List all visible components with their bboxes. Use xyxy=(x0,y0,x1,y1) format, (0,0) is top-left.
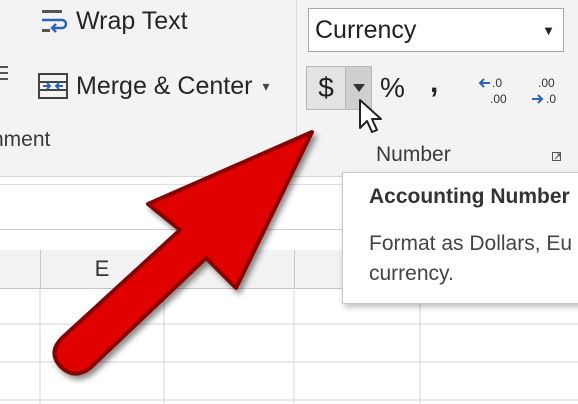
merge-dropdown-icon[interactable]: ▾ xyxy=(262,78,269,95)
merge-center-label: Merge & Center xyxy=(76,71,253,100)
dialog-launcher-icon[interactable] xyxy=(552,152,562,162)
chevron-down-icon xyxy=(352,84,365,92)
tooltip-description: Format as Dollars, Eu currency. xyxy=(369,229,578,289)
number-group-label: Number xyxy=(376,143,451,166)
dollar-icon: $ xyxy=(318,72,334,103)
merge-center-icon xyxy=(38,73,68,99)
decrease-decimal-icon[interactable]: .00 .0 xyxy=(530,74,570,108)
column-header[interactable] xyxy=(0,250,41,288)
column-header-e[interactable]: E xyxy=(40,250,165,288)
column-header[interactable] xyxy=(164,250,295,288)
ribbon: Wrap Text Merge & Center ▾ nment Currenc… xyxy=(0,0,578,177)
svg-text:.00: .00 xyxy=(490,92,507,106)
svg-text:.0: .0 xyxy=(546,92,556,106)
accounting-number-tooltip: Accounting Number Format as Dollars, Eu … xyxy=(342,172,578,304)
svg-text:.00: .00 xyxy=(538,76,555,90)
merge-center-button[interactable]: Merge & Center ▾ xyxy=(38,66,270,106)
wrap-text-button[interactable]: Wrap Text xyxy=(40,4,188,38)
svg-text:.0: .0 xyxy=(492,76,502,90)
wrap-text-label: Wrap Text xyxy=(76,6,188,35)
comma-style-button[interactable]: , xyxy=(430,66,438,100)
accounting-format-button[interactable]: $ xyxy=(306,66,346,110)
tooltip-line: currency. xyxy=(369,262,454,285)
number-format-value: Currency xyxy=(315,15,417,44)
cell-grid[interactable] xyxy=(0,288,578,404)
group-divider xyxy=(296,0,297,170)
number-format-select[interactable]: Currency ▼ xyxy=(308,8,564,52)
wrap-text-icon xyxy=(42,10,68,33)
increase-decimal-icon[interactable]: .0 .00 xyxy=(478,74,518,108)
alignment-group-label: nment xyxy=(0,128,51,151)
chevron-down-icon[interactable]: ▼ xyxy=(542,23,555,38)
tooltip-line: Format as Dollars, Eu xyxy=(369,232,573,255)
align-lines-icon[interactable] xyxy=(0,64,10,84)
tooltip-title: Accounting Number xyxy=(369,185,570,208)
mouse-pointer-icon xyxy=(359,99,382,133)
